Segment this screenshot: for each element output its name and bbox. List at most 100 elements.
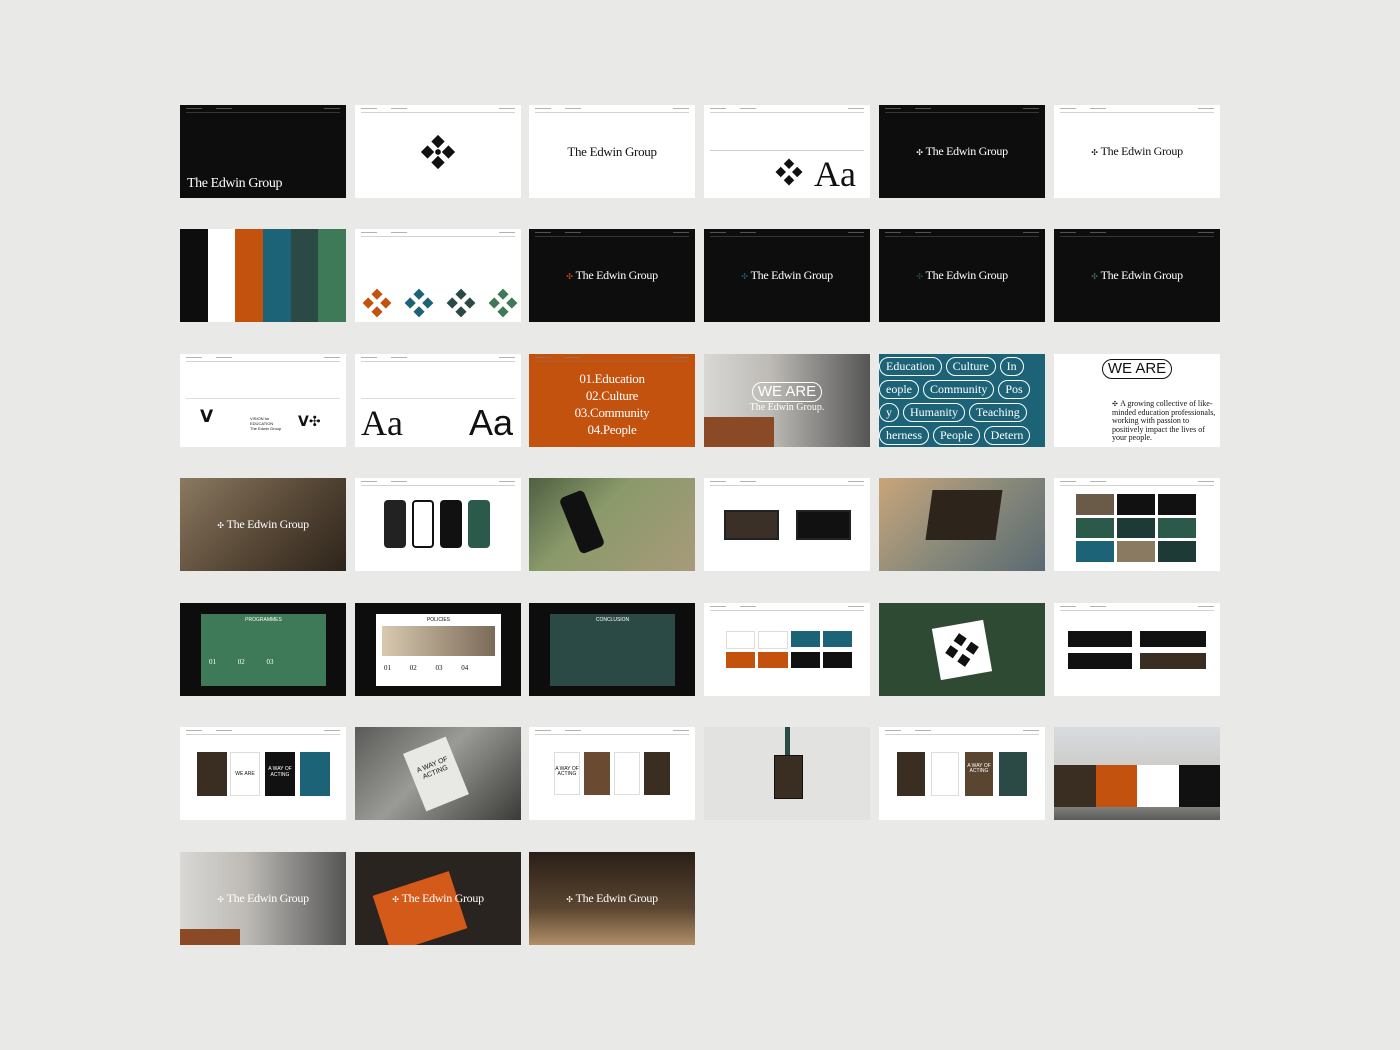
number-label: 03 bbox=[266, 658, 274, 666]
slide-poster-set[interactable]: A WAY OF ACTING bbox=[529, 727, 695, 820]
quatrefoil-mark-icon bbox=[774, 157, 804, 187]
slide-typography[interactable]: Aa Aa bbox=[355, 354, 521, 447]
divider bbox=[710, 150, 864, 151]
policies-photo bbox=[382, 626, 495, 656]
slide-values-pills[interactable]: Education Culture In eople Community Pos y Hu… bbox=[879, 354, 1045, 447]
slide-header bbox=[535, 730, 689, 735]
slide-mobile-mockups[interactable] bbox=[355, 478, 521, 571]
poster: WE ARE bbox=[230, 752, 260, 796]
slide-card-photo[interactable] bbox=[879, 603, 1045, 696]
slide-phone-photo[interactable] bbox=[529, 478, 695, 571]
mark-orange-icon bbox=[362, 288, 392, 318]
value-pill: y bbox=[879, 403, 899, 422]
conclusion-panel: CONCLUSION bbox=[550, 614, 675, 686]
brand-presentation-grid: The Edwin Group The Edwin Group Aa ✣ The … bbox=[0, 0, 1400, 1050]
agenda-item: 04.People bbox=[587, 422, 637, 437]
quatrefoil-mark-icon: ✣ bbox=[392, 895, 399, 904]
slide-photo-meeting[interactable]: ✣ The Edwin Group bbox=[180, 478, 346, 571]
slide-header bbox=[1060, 481, 1214, 486]
vision-lockup: VISION for EDUCATION The Edwin Group bbox=[250, 416, 290, 431]
slide-photo-audience[interactable]: ✣ The Edwin Group bbox=[529, 852, 695, 945]
mark-blue-icon bbox=[404, 288, 434, 318]
slide-banners[interactable] bbox=[1054, 603, 1220, 696]
swatch-black bbox=[180, 229, 208, 322]
slide-cover[interactable]: The Edwin Group bbox=[180, 105, 346, 198]
slide-lanyard[interactable] bbox=[704, 727, 870, 820]
id-badge bbox=[774, 755, 803, 799]
agenda-item: 03.Community bbox=[574, 405, 650, 420]
slide-lockup-dark[interactable]: ✣ The Edwin Group bbox=[879, 105, 1045, 198]
slide-conclusion[interactable]: CONCLUSION bbox=[529, 603, 695, 696]
slide-policies[interactable]: POLICIES 01 02 03 04 bbox=[355, 603, 521, 696]
slide-header bbox=[361, 232, 515, 237]
slide-programmes[interactable]: PROGRAMMES 01 02 03 bbox=[180, 603, 346, 696]
value-pill: eople bbox=[879, 380, 919, 399]
poster-headline: A WAY OF ACTING bbox=[967, 763, 991, 774]
slide-book-photo[interactable]: A WAY OF ACTING bbox=[355, 727, 521, 820]
slide-lockup-blue[interactable]: ✣ The Edwin Group bbox=[704, 229, 870, 322]
slide-sub-brands[interactable]: V VISION for EDUCATION The Edwin Group V… bbox=[180, 354, 346, 447]
value-pill: Education bbox=[879, 357, 942, 376]
mark-green-icon bbox=[488, 288, 518, 318]
poster bbox=[897, 752, 925, 796]
slide-mark-and-type[interactable]: Aa bbox=[704, 105, 870, 198]
wordmark: The Edwin Group bbox=[575, 891, 658, 905]
poster: A WAY OF ACTING bbox=[265, 752, 295, 796]
poster bbox=[931, 752, 959, 796]
sofa-image bbox=[704, 417, 774, 447]
agenda-item: 02.Culture bbox=[585, 388, 639, 403]
poster bbox=[300, 752, 330, 796]
laptop-mockup bbox=[796, 510, 851, 540]
slide-mark-colorways[interactable] bbox=[355, 229, 521, 322]
type-specimen: Aa bbox=[814, 154, 856, 194]
slide-business-cards[interactable] bbox=[704, 603, 870, 696]
slide-color-palette[interactable] bbox=[180, 229, 346, 322]
poster-headline: A WAY OF ACTING bbox=[555, 766, 579, 777]
wordmark: The Edwin Group bbox=[575, 268, 658, 282]
slide-photo-fireplace[interactable]: ✣ The Edwin Group bbox=[180, 852, 346, 945]
policies-panel: POLICIES 01 02 03 04 bbox=[376, 614, 501, 686]
slide-header bbox=[186, 730, 340, 735]
lanyard-strap bbox=[785, 727, 790, 757]
quatrefoil-mark-icon: ✣ bbox=[916, 148, 923, 157]
number-label: 01 bbox=[209, 658, 216, 666]
type-specimen-sans: Aa bbox=[468, 402, 513, 443]
slide-posters[interactable]: WE ARE A WAY OF ACTING bbox=[180, 727, 346, 820]
value-pill: Community bbox=[923, 380, 995, 399]
value-pill: Teaching bbox=[969, 403, 1027, 422]
slide-we-are-photo[interactable]: WE ARE The Edwin Group. bbox=[704, 354, 870, 447]
lockup: ✣ The Edwin Group bbox=[741, 268, 833, 283]
slide-photo-folder[interactable]: ✣ The Edwin Group bbox=[355, 852, 521, 945]
agenda-list: 01.Education 02.Culture 03.Community 04.… bbox=[529, 370, 695, 438]
swatch-blue bbox=[263, 229, 291, 322]
slide-lockup-green[interactable]: ✣ The Edwin Group bbox=[1054, 229, 1220, 322]
poster bbox=[197, 752, 227, 796]
number-label: 04 bbox=[461, 664, 469, 672]
quatrefoil-mark-icon: ✣ bbox=[741, 272, 748, 281]
slide-logo-mark[interactable] bbox=[355, 105, 521, 198]
quatrefoil-mark-icon bbox=[355, 105, 521, 198]
wordmark: The Edwin Group bbox=[750, 268, 833, 282]
slide-we-are-text[interactable]: WE ARE ✣ A growing collective of like-mi… bbox=[1054, 354, 1220, 447]
slide-lockup-orange[interactable]: ✣ The Edwin Group bbox=[529, 229, 695, 322]
slide-lockup-dark-teal[interactable]: ✣ The Edwin Group bbox=[879, 229, 1045, 322]
slide-hoarding-photo[interactable] bbox=[1054, 727, 1220, 820]
slide-wordmark[interactable]: The Edwin Group bbox=[529, 105, 695, 198]
slide-lockup-light[interactable]: ✣ The Edwin Group bbox=[1054, 105, 1220, 198]
poster-headline: WE ARE bbox=[235, 771, 255, 777]
slide-laptop-photo[interactable] bbox=[879, 478, 1045, 571]
slide-agenda[interactable]: 01.Education 02.Culture 03.Community 04.… bbox=[529, 354, 695, 447]
swatch-green bbox=[318, 229, 346, 322]
slide-social-grid[interactable] bbox=[1054, 478, 1220, 571]
section-label: POLICIES bbox=[426, 617, 451, 623]
wordmark: The Edwin Group bbox=[226, 891, 309, 905]
quatrefoil-mark-icon: ✣ bbox=[1091, 272, 1098, 281]
value-pill: Culture bbox=[945, 357, 996, 376]
slide-laptop-mockups[interactable] bbox=[704, 478, 870, 571]
slide-print-posters[interactable]: A WAY OF ACTING bbox=[879, 727, 1045, 820]
mark-dark-teal-icon bbox=[446, 288, 476, 318]
swatch-white bbox=[207, 229, 236, 322]
wordmark: The Edwin Group bbox=[1100, 144, 1183, 158]
lockup: ✣ The Edwin Group bbox=[392, 891, 484, 906]
slide-header bbox=[361, 357, 515, 362]
